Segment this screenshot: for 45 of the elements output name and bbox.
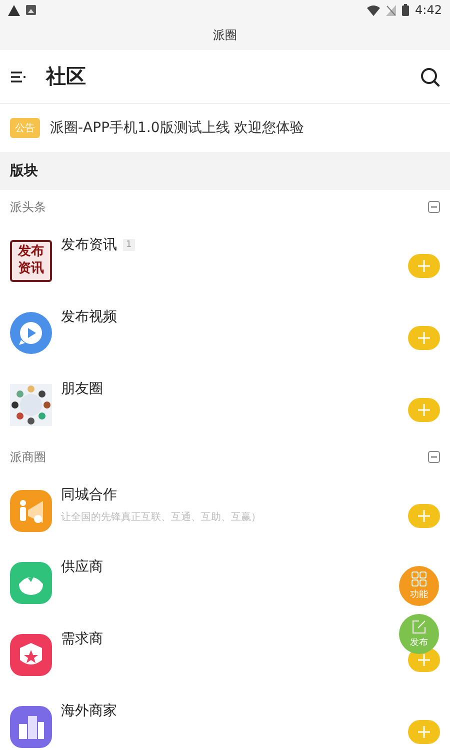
- image-icon: [26, 5, 36, 15]
- battery-icon: [402, 4, 410, 16]
- add-button[interactable]: [408, 504, 440, 528]
- no-signal-icon: [386, 4, 396, 16]
- window-title: 派圈: [213, 26, 237, 44]
- plus-icon: [418, 726, 430, 738]
- menu-icon[interactable]: [10, 70, 26, 82]
- notice-text[interactable]: 派圈-APP手机1.0版测试上线 欢迎您体验: [50, 119, 304, 137]
- plus-icon: [418, 404, 430, 416]
- clock-time: 4:42: [415, 3, 442, 17]
- news-logo: 发布资讯: [10, 240, 52, 282]
- item-title: 同城合作: [61, 486, 117, 504]
- wifi-icon: [367, 4, 380, 16]
- collapse-icon[interactable]: [428, 201, 440, 213]
- plus-icon: [418, 332, 430, 344]
- item-title: 海外商家: [61, 702, 117, 720]
- group-title: 派头条: [10, 198, 46, 216]
- add-button[interactable]: [408, 398, 440, 422]
- play-icon: [10, 312, 52, 354]
- add-button[interactable]: [408, 720, 440, 744]
- plus-icon: [418, 654, 430, 666]
- megaphone-icon: [10, 490, 52, 532]
- floating-button[interactable]: 功能: [399, 566, 439, 606]
- count-badge: 1: [123, 239, 135, 251]
- group-title: 派商圈: [10, 448, 46, 466]
- plus-icon: [418, 510, 430, 522]
- page-title: 社区: [46, 63, 86, 90]
- search-icon[interactable]: [420, 66, 440, 86]
- warning-icon: [8, 4, 20, 16]
- star-shield-icon: [10, 634, 52, 676]
- item-title: 朋友圈: [61, 380, 103, 398]
- grid-icon: [411, 571, 427, 587]
- add-button[interactable]: [408, 254, 440, 278]
- collapse-icon[interactable]: [428, 451, 440, 463]
- notice-tag: 公告: [10, 118, 40, 138]
- add-button[interactable]: [408, 326, 440, 350]
- floating-button[interactable]: 发布: [399, 614, 439, 654]
- plus-icon: [418, 260, 430, 272]
- item-title: 需求商: [61, 630, 103, 648]
- item-title: 供应商: [61, 558, 103, 576]
- edit-icon: [411, 619, 427, 635]
- section-title: 版块: [10, 162, 38, 180]
- item-subtitle: 让全国的先锋真正互联、互通、互助、互赢）: [61, 510, 262, 524]
- item-title: 发布资讯: [61, 236, 117, 254]
- item-title: 发布视频: [61, 308, 117, 326]
